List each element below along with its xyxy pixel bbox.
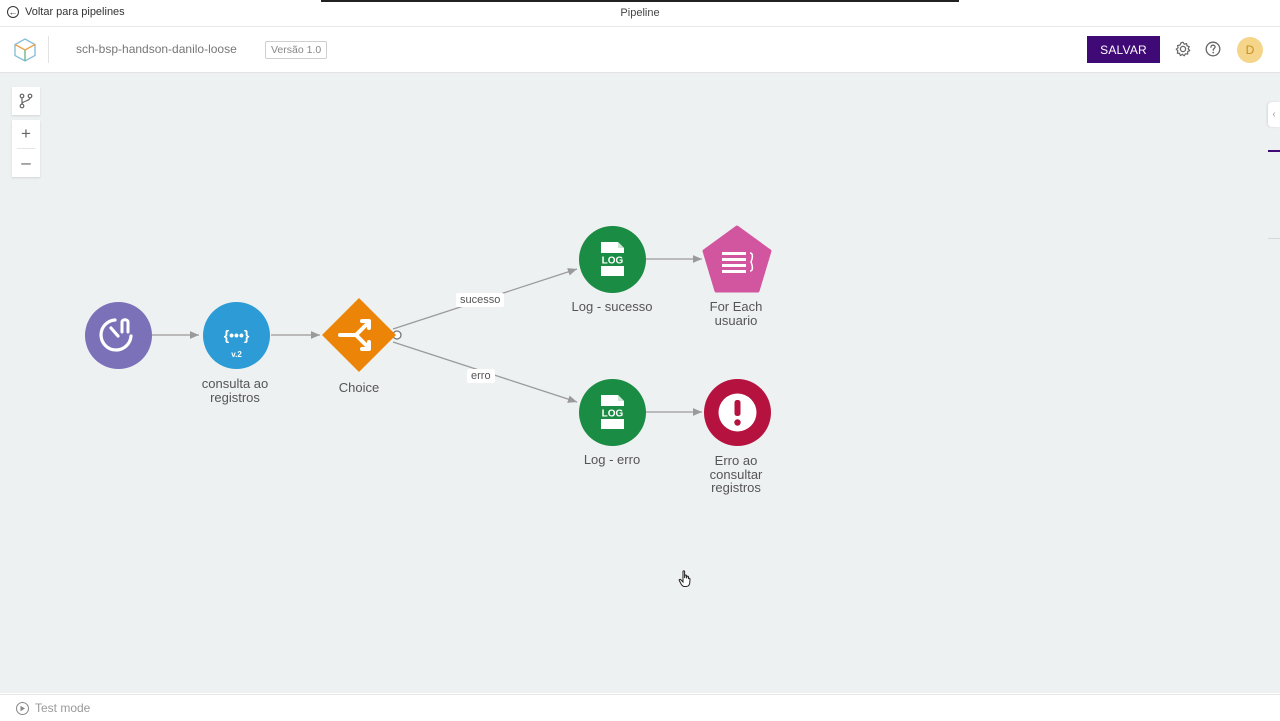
top-accent-line	[321, 0, 959, 2]
top-bar: ← Voltar para pipelines Pipeline	[0, 0, 1280, 27]
error-node-label: Erro ao consultar registros	[681, 454, 791, 495]
scheduler-trigger-icon	[85, 302, 152, 369]
edge-label-erro[interactable]: erro	[467, 369, 495, 383]
log-erro-node[interactable]: LOG	[579, 379, 646, 451]
hand-cursor-icon	[678, 570, 691, 587]
user-avatar[interactable]: D	[1237, 37, 1263, 63]
consulta-label-line1: consulta ao	[201, 376, 269, 391]
trigger-node[interactable]	[85, 302, 152, 374]
header-divider	[48, 36, 49, 63]
edge-label-sucesso[interactable]: sucesso	[456, 293, 505, 307]
pipeline-name[interactable]: sch-bsp-handson-danilo-loose	[76, 42, 237, 56]
for-each-label: For Each usuario	[681, 300, 791, 327]
choice-split-icon	[322, 298, 396, 372]
error-exclamation-icon	[704, 379, 771, 446]
app-logo-cube-icon	[14, 38, 36, 62]
window-title: Pipeline	[620, 7, 660, 19]
error-label-line2: consultar	[709, 466, 763, 482]
svg-text:v.2: v.2	[231, 350, 242, 359]
pipeline-header: sch-bsp-handson-danilo-loose Versão 1.0 …	[0, 27, 1280, 73]
for-each-node[interactable]	[702, 225, 772, 298]
for-each-label-line1: For Each	[709, 299, 763, 314]
help-icon[interactable]	[1204, 40, 1222, 58]
for-each-icon	[702, 225, 772, 293]
footer-bar: Test mode	[0, 694, 1280, 721]
test-mode-label: Test mode	[35, 701, 91, 715]
settings-icon[interactable]	[1174, 40, 1192, 58]
svg-text:{•••}: {•••}	[224, 327, 250, 343]
error-label-line3: registros	[711, 480, 761, 495]
log-sucesso-node[interactable]: LOG	[579, 226, 646, 298]
log-erro-label: Log - erro	[583, 452, 641, 467]
consulta-node-label: consulta ao registros	[180, 377, 290, 404]
consulta-node[interactable]: {•••} v.2	[203, 302, 270, 374]
pipeline-canvas[interactable]: + – ‹ sucesso erro {•••} v.2 consulta ao…	[0, 73, 1280, 693]
error-node[interactable]	[704, 379, 771, 451]
for-each-label-line2: usuario	[714, 312, 758, 328]
play-icon	[16, 701, 29, 715]
svg-text:LOG: LOG	[602, 256, 624, 267]
svg-text:LOG: LOG	[602, 409, 624, 420]
log-icon: LOG	[579, 379, 646, 446]
rest-connector-icon: {•••} v.2	[203, 302, 270, 369]
error-label-line1: Erro ao	[714, 453, 758, 468]
choice-node[interactable]	[322, 298, 396, 377]
save-button[interactable]: SALVAR	[1087, 36, 1160, 63]
log-icon: LOG	[579, 226, 646, 293]
choice-node-label: Choice	[338, 380, 380, 395]
log-sucesso-label: Log - sucesso	[571, 299, 653, 314]
test-mode-toggle[interactable]: Test mode	[16, 701, 90, 715]
consulta-label-line2: registros	[210, 389, 260, 405]
version-badge: Versão 1.0	[265, 41, 328, 59]
